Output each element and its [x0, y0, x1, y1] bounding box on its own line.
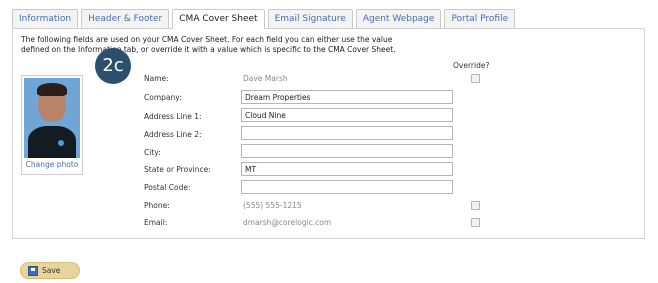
phone-override-checkbox[interactable]	[471, 201, 480, 210]
phone-value: (555) 555-1215	[243, 201, 302, 210]
floppy-disk-icon	[28, 265, 38, 276]
step-badge: 2c	[95, 48, 131, 84]
agent-photo	[24, 78, 80, 158]
tab-agent-webpage[interactable]: Agent Webpage	[355, 9, 442, 28]
tab-email-signature[interactable]: Email Signature	[267, 9, 353, 28]
company-field[interactable]	[241, 90, 453, 104]
city-field[interactable]	[241, 144, 453, 158]
change-photo-link[interactable]: Change photo	[24, 160, 80, 169]
name-value: Dave Marsh	[243, 74, 288, 83]
override-header: Override?	[453, 61, 490, 70]
name-override-checkbox[interactable]	[471, 74, 480, 83]
state-field[interactable]	[241, 162, 453, 176]
name-label: Name:	[144, 74, 169, 83]
address-line-1-label: Address Line 1:	[144, 112, 202, 121]
address-line-2-field[interactable]	[241, 126, 453, 140]
tab-header-footer[interactable]: Header & Footer	[81, 9, 170, 28]
phone-label: Phone:	[144, 201, 170, 210]
email-override-checkbox[interactable]	[471, 218, 480, 227]
intro-line-2: defined on the Information tab, or overr…	[21, 45, 396, 54]
address-line-2-label: Address Line 2:	[144, 130, 202, 139]
agent-photo-box: Change photo	[21, 75, 83, 175]
company-label: Company:	[144, 93, 182, 102]
email-value: dmarsh@corelogic.com	[243, 218, 332, 227]
email-label: Email:	[144, 218, 168, 227]
postal-code-label: Postal Code:	[144, 183, 191, 192]
save-button[interactable]: Save	[20, 262, 80, 279]
address-line-1-field[interactable]	[241, 108, 453, 122]
postal-code-field[interactable]	[241, 180, 453, 194]
tab-information[interactable]: Information	[12, 9, 79, 28]
city-label: City:	[144, 148, 161, 157]
tab-cma-cover-sheet[interactable]: CMA Cover Sheet	[172, 9, 265, 29]
cma-cover-sheet-panel: The following fields are used on your CM…	[12, 28, 645, 239]
tab-portal-profile[interactable]: Portal Profile	[444, 9, 516, 28]
save-label: Save	[42, 266, 61, 275]
tab-bar: Information Header & Footer CMA Cover Sh…	[12, 9, 518, 29]
intro-line-1: The following fields are used on your CM…	[21, 35, 393, 44]
state-label: State or Province:	[144, 165, 211, 174]
intro-text: The following fields are used on your CM…	[21, 35, 481, 55]
